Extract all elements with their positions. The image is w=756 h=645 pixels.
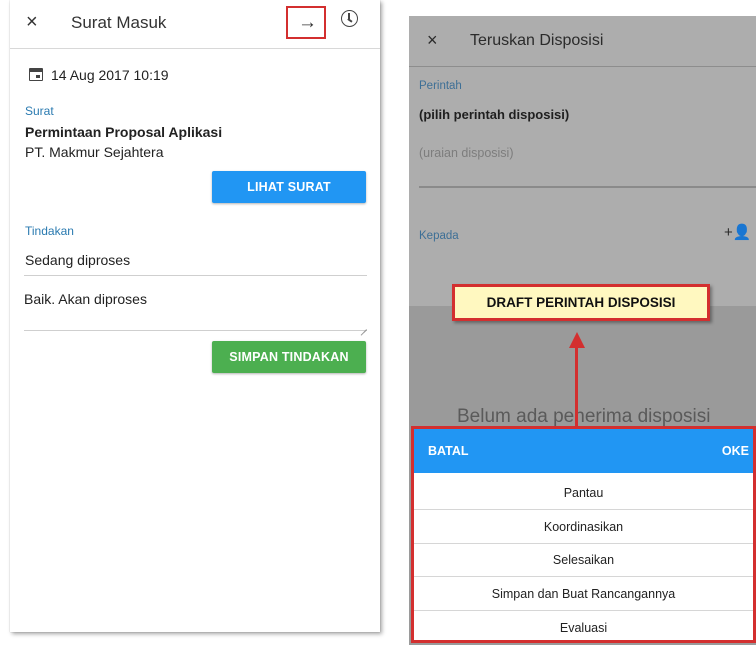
highlight-box: →	[286, 6, 326, 39]
divider	[414, 576, 753, 577]
picker-toolbar: BATAL OKE	[414, 429, 753, 473]
picker-option[interactable]: Evaluasi	[414, 621, 753, 635]
close-icon[interactable]: ×	[427, 30, 438, 51]
divider	[414, 610, 753, 611]
empty-recipients-text: Belum ada penerima disposisi	[457, 406, 711, 427]
add-person-icon[interactable]: +👤	[724, 223, 751, 241]
perintah-select[interactable]: (pilih perintah disposisi)	[419, 107, 569, 122]
picker-option[interactable]: Pantau	[414, 486, 753, 500]
note-textarea[interactable]: Baik. Akan diproses	[24, 284, 367, 331]
forward-arrow-icon[interactable]: →	[298, 12, 317, 34]
perintah-label: Perintah	[419, 80, 462, 92]
save-action-button[interactable]: SIMPAN TINDAKAN	[212, 341, 366, 373]
app-bar: × Teruskan Disposisi	[409, 16, 756, 67]
surat-subject: Permintaan Proposal Aplikasi	[25, 124, 223, 140]
page-title: Surat Masuk	[71, 13, 167, 32]
annotation-callout: DRAFT PERINTAH DISPOSISI	[452, 284, 710, 321]
surat-sender: PT. Makmur Sejahtera	[25, 144, 164, 160]
annotation-arrow	[575, 346, 578, 431]
divider	[419, 186, 756, 188]
tindakan-label: Tindakan	[25, 224, 74, 238]
clock-icon[interactable]	[341, 10, 358, 27]
cancel-button[interactable]: BATAL	[428, 444, 469, 458]
divider	[24, 275, 367, 276]
kepada-label: Kepada	[419, 230, 459, 242]
picker-option[interactable]: Koordinasikan	[414, 520, 753, 534]
divider	[414, 509, 753, 510]
view-letter-button[interactable]: LIHAT SURAT	[212, 171, 366, 203]
divider	[414, 543, 753, 544]
app-bar: × Surat Masuk →	[10, 0, 380, 49]
resize-handle-icon[interactable]	[359, 322, 367, 330]
surat-masuk-screen: × Surat Masuk → 14 Aug 2017 10:19 Surat …	[10, 0, 380, 632]
status-select[interactable]: Sedang diproses	[25, 252, 130, 268]
command-picker: BATAL OKE Pantau Koordinasikan Selesaika…	[411, 426, 756, 643]
picker-option[interactable]: Selesaikan	[414, 553, 753, 567]
ok-button[interactable]: OKE	[722, 444, 749, 458]
surat-label: Surat	[25, 104, 54, 118]
picker-option[interactable]: Simpan dan Buat Rancangannya	[414, 587, 753, 601]
received-date: 14 Aug 2017 10:19	[51, 67, 169, 83]
calendar-icon	[29, 68, 43, 81]
close-icon[interactable]: ×	[26, 11, 38, 34]
page-title: Teruskan Disposisi	[470, 32, 604, 49]
teruskan-disposisi-screen: × Teruskan Disposisi Perintah (pilih per…	[409, 16, 756, 645]
uraian-input[interactable]: (uraian disposisi)	[419, 146, 513, 160]
note-text: Baik. Akan diproses	[24, 291, 147, 307]
dimmed-form: × Teruskan Disposisi Perintah (pilih per…	[409, 16, 756, 306]
